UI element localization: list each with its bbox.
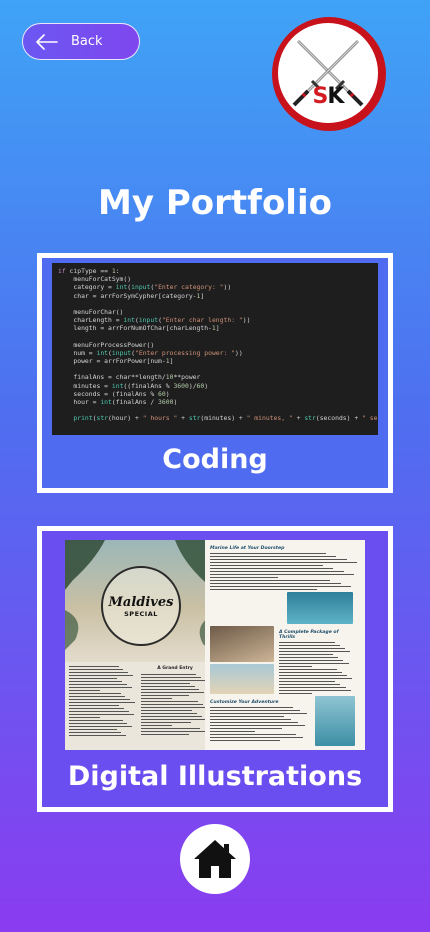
- digital-illustrations-card[interactable]: Maldives SPECIAL A Grand Entry Marine Li…: [37, 526, 393, 812]
- logo-letter-s: S: [312, 84, 329, 109]
- digital-illustrations-card-label: Digital Illustrations: [67, 761, 363, 792]
- code-line: hour = int(finalAns / 3600): [58, 398, 178, 406]
- home-icon: [194, 840, 236, 878]
- code-line: length = arrForNumOfChar[charLength-1]: [58, 324, 220, 333]
- page-title: My Portfolio: [98, 183, 332, 223]
- maldives-badge: Maldives SPECIAL: [101, 566, 181, 646]
- code-line: category = int(input("Enter category: ")…: [58, 283, 232, 292]
- home-button[interactable]: [180, 824, 250, 894]
- code-line: print(str(hour) + " hours " + str(minute…: [73, 414, 378, 423]
- code-screenshot: if cipType == 1: menuForCatSym() categor…: [52, 263, 378, 435]
- text-column-left: [69, 666, 137, 746]
- text-column-right: A Grand Entry: [141, 666, 209, 746]
- code-line: if cipType == 1:: [58, 267, 120, 275]
- code-line: menuForProcessPower(): [58, 340, 155, 349]
- adventure-heading: Customize Your Adventure: [210, 700, 279, 705]
- dining-photo: [210, 626, 274, 662]
- code-line: finalAns = char**length/10**power: [58, 373, 201, 382]
- thrills-heading: A Complete Package of Thrills: [279, 630, 339, 640]
- resort-photo: [210, 664, 274, 694]
- code-line: char = arrForSymCypher[category-1]: [58, 291, 205, 300]
- logo-letter-k: K: [327, 84, 344, 109]
- overwater-villas-photo: [315, 696, 355, 746]
- code-line: menuForChar(): [58, 307, 124, 316]
- sk-logo: SK: [272, 17, 386, 131]
- grand-entry-heading: A Grand Entry: [157, 666, 193, 671]
- coding-card-label: Coding: [162, 444, 268, 475]
- back-button[interactable]: Back: [22, 23, 140, 60]
- code-line: charLength = int(input("Enter char lengt…: [58, 316, 251, 325]
- code-line: minutes = int((finalAns % 3600)/60): [58, 381, 209, 390]
- coding-card[interactable]: if cipType == 1: menuForCatSym() categor…: [37, 253, 393, 493]
- reef-photo: [287, 592, 353, 624]
- marine-life-heading: Marine Life at Your Doorstep: [210, 546, 285, 551]
- code-line: menuForCatSym(): [58, 275, 132, 284]
- magazine-preview: Maldives SPECIAL A Grand Entry Marine Li…: [65, 540, 365, 750]
- arrow-left-icon: [35, 33, 59, 50]
- code-line: num = int(input("Enter processing power:…: [58, 348, 243, 357]
- badge-title: Maldives: [108, 594, 174, 610]
- code-line: power = arrForPower[num-1]: [58, 357, 174, 366]
- magazine-right-page: Marine Life at Your Doorstep A Complete …: [205, 540, 365, 750]
- back-button-label: Back: [71, 34, 103, 49]
- badge-subtitle: SPECIAL: [124, 609, 158, 618]
- code-line: seconds = (finalAns % 60): [58, 389, 170, 398]
